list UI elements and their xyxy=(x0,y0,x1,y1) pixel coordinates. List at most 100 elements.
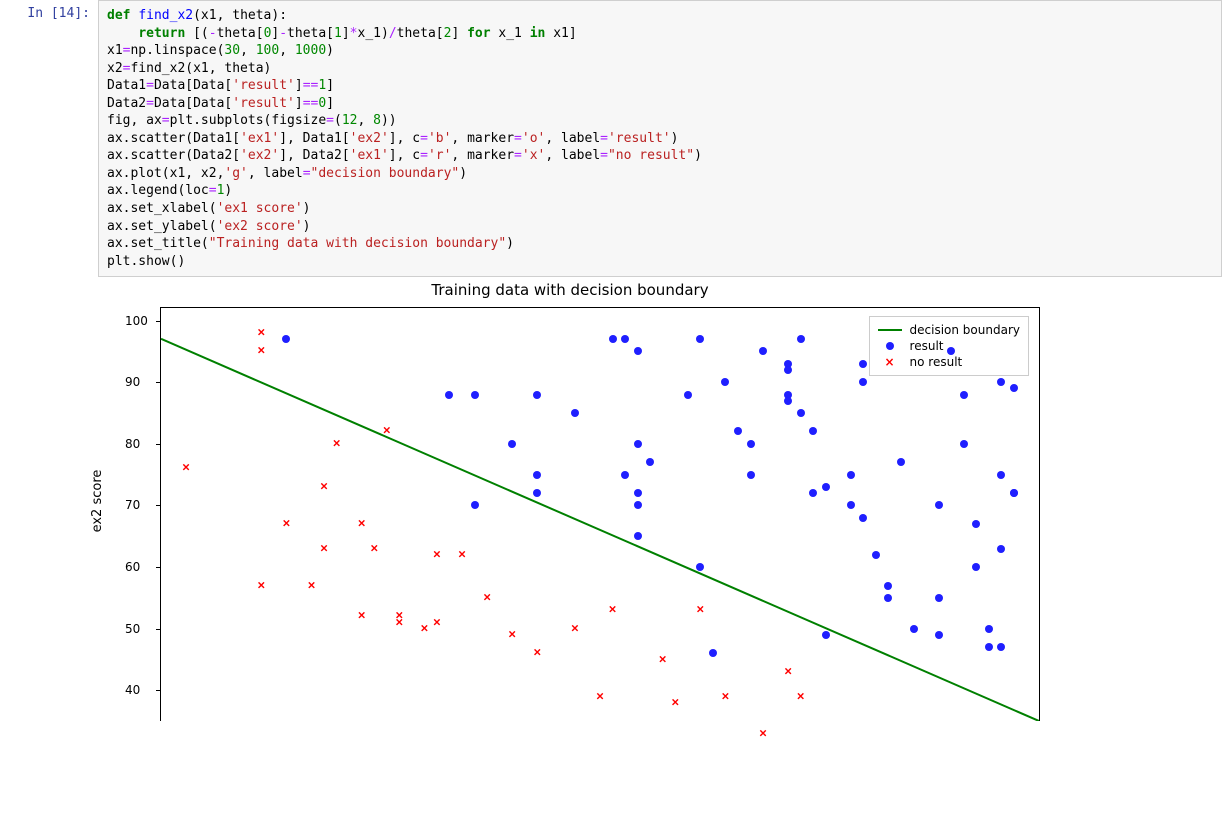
marker-result xyxy=(935,631,943,639)
code-line[interactable]: ax.set_ylabel('ex2 score') xyxy=(107,218,1213,236)
marker-result xyxy=(1010,489,1018,497)
marker-no-result: × xyxy=(533,647,541,660)
y-axis-label: ex2 score xyxy=(90,470,105,533)
code-line[interactable]: ax.legend(loc=1) xyxy=(107,182,1213,200)
y-tick-mark xyxy=(156,321,161,322)
marker-no-result: × xyxy=(433,548,441,561)
code-line[interactable]: ax.scatter(Data1['ex1'], Data1['ex2'], c… xyxy=(107,130,1213,148)
marker-result xyxy=(471,501,479,509)
marker-no-result: × xyxy=(609,604,617,617)
marker-result xyxy=(696,563,704,571)
y-tick-mark xyxy=(156,567,161,568)
code-line[interactable]: ax.set_xlabel('ex1 score') xyxy=(107,200,1213,218)
marker-result xyxy=(997,643,1005,651)
marker-result xyxy=(784,391,792,399)
marker-result xyxy=(985,643,993,651)
marker-result xyxy=(533,391,541,399)
marker-no-result: × xyxy=(395,610,403,623)
marker-result xyxy=(985,625,993,633)
code-line[interactable]: ax.scatter(Data2['ex2'], Data2['ex1'], c… xyxy=(107,147,1213,165)
y-tick-mark xyxy=(156,505,161,506)
marker-result xyxy=(1010,384,1018,392)
marker-result xyxy=(935,594,943,602)
line-icon xyxy=(878,329,902,331)
code-line[interactable]: fig, ax=plt.subplots(figsize=(12, 8)) xyxy=(107,112,1213,130)
marker-result xyxy=(784,397,792,405)
cell-prompt: In [14]: xyxy=(0,0,98,21)
marker-no-result: × xyxy=(383,425,391,438)
marker-result xyxy=(634,501,642,509)
marker-result xyxy=(797,335,805,343)
code-line[interactable]: return [(-theta[0]-theta[1]*x_1)/theta[2… xyxy=(107,25,1213,43)
marker-no-result: × xyxy=(696,604,704,617)
marker-no-result: × xyxy=(257,345,265,358)
legend-row-no-result: × no result xyxy=(878,355,1020,369)
marker-result xyxy=(997,378,1005,386)
code-line[interactable]: plt.show() xyxy=(107,253,1213,271)
dot-icon xyxy=(878,339,902,353)
marker-result xyxy=(709,649,717,657)
y-tick-label: 100 xyxy=(125,314,148,328)
marker-result xyxy=(809,427,817,435)
marker-no-result: × xyxy=(483,591,491,604)
marker-no-result: × xyxy=(333,437,341,450)
code-line[interactable]: ax.plot(x1, x2,'g', label="decision boun… xyxy=(107,165,1213,183)
marker-no-result: × xyxy=(320,480,328,493)
marker-no-result: × xyxy=(370,542,378,555)
legend-label: decision boundary xyxy=(910,323,1020,337)
code-line[interactable]: x2=find_x2(x1, theta) xyxy=(107,60,1213,78)
code-line[interactable]: Data2=Data[Data['result']==0] xyxy=(107,95,1213,113)
y-tick-label: 50 xyxy=(125,622,140,636)
marker-result xyxy=(634,532,642,540)
code-line[interactable]: x1=np.linspace(30, 100, 1000) xyxy=(107,42,1213,60)
marker-no-result: × xyxy=(571,622,579,635)
marker-no-result: × xyxy=(420,622,428,635)
prompt-label: In [14]: xyxy=(27,6,90,21)
marker-no-result: × xyxy=(182,462,190,475)
marker-result xyxy=(471,391,479,399)
marker-result xyxy=(684,391,692,399)
marker-no-result: × xyxy=(395,616,403,629)
marker-result xyxy=(910,625,918,633)
chart-output: Training data with decision boundary ex2… xyxy=(90,281,1050,721)
marker-result xyxy=(797,409,805,417)
y-tick-label: 70 xyxy=(125,498,140,512)
marker-result xyxy=(822,483,830,491)
marker-result xyxy=(609,335,617,343)
legend-row-boundary: decision boundary xyxy=(878,323,1020,337)
marker-result xyxy=(972,520,980,528)
marker-result xyxy=(847,471,855,479)
code-line[interactable]: Data1=Data[Data['result']==1] xyxy=(107,77,1213,95)
marker-result xyxy=(997,471,1005,479)
y-tick-mark xyxy=(156,382,161,383)
marker-result xyxy=(721,378,729,386)
marker-result xyxy=(884,582,892,590)
y-tick-label: 90 xyxy=(125,375,140,389)
marker-no-result: × xyxy=(257,326,265,339)
marker-result xyxy=(533,489,541,497)
code-editor[interactable]: def find_x2(x1, theta): return [(-theta[… xyxy=(98,0,1222,277)
marker-result xyxy=(759,347,767,355)
output-area: Training data with decision boundary ex2… xyxy=(0,281,1222,721)
marker-result xyxy=(734,427,742,435)
marker-result xyxy=(972,563,980,571)
marker-result xyxy=(960,440,968,448)
marker-result xyxy=(282,335,290,343)
legend-label: result xyxy=(910,339,944,353)
marker-result xyxy=(784,360,792,368)
marker-result xyxy=(445,391,453,399)
code-line[interactable]: def find_x2(x1, theta): xyxy=(107,7,1213,25)
marker-result xyxy=(634,347,642,355)
marker-no-result: × xyxy=(320,542,328,555)
marker-result xyxy=(571,409,579,417)
y-tick-label: 80 xyxy=(125,437,140,451)
code-line[interactable]: ax.set_title("Training data with decisio… xyxy=(107,235,1213,253)
legend-label: no result xyxy=(910,355,963,369)
y-tick-mark xyxy=(156,444,161,445)
marker-result xyxy=(809,489,817,497)
marker-result xyxy=(696,335,704,343)
marker-no-result: × xyxy=(596,690,604,703)
marker-no-result: × xyxy=(458,548,466,561)
marker-no-result: × xyxy=(722,690,730,703)
marker-result xyxy=(859,514,867,522)
